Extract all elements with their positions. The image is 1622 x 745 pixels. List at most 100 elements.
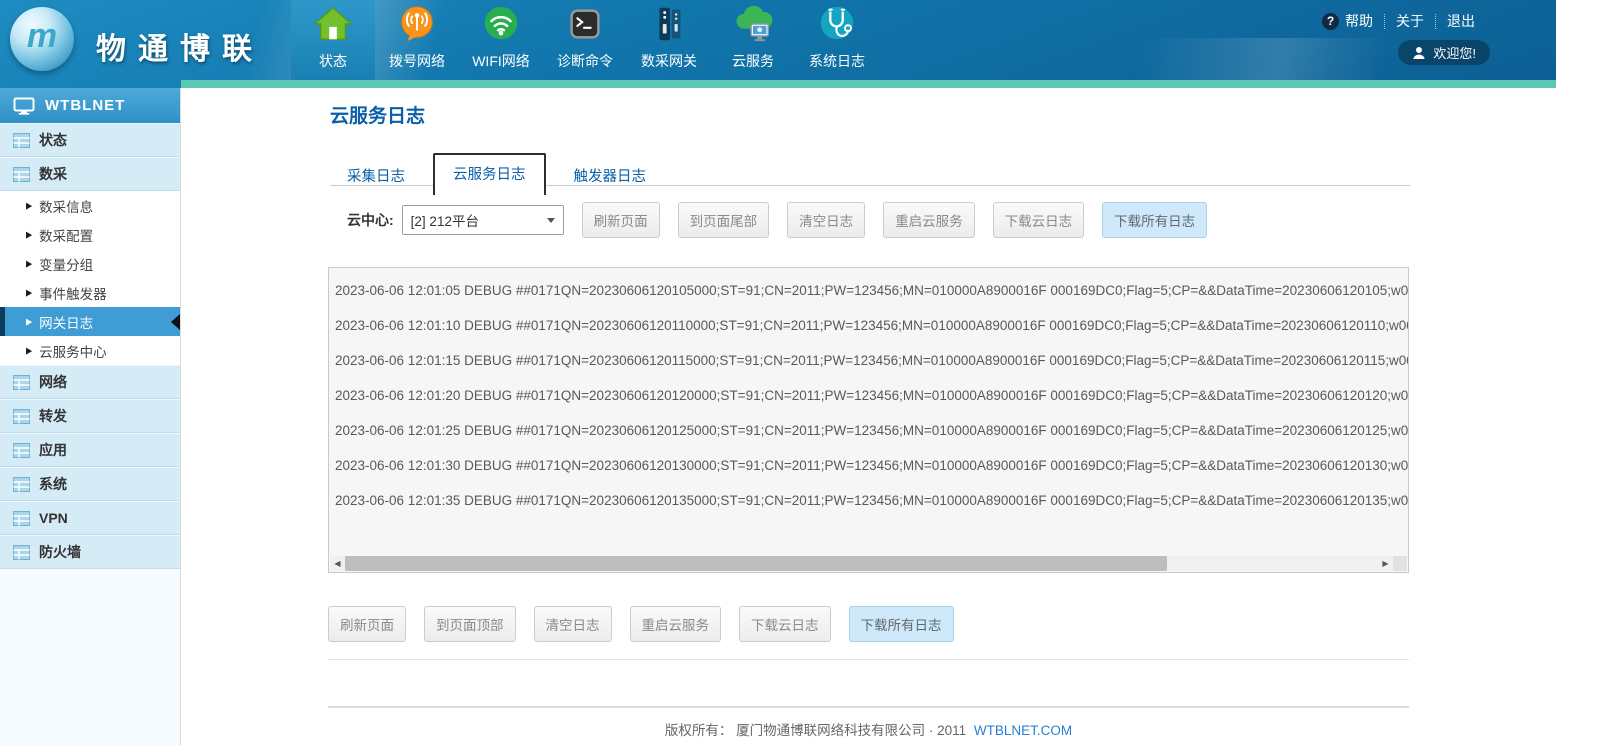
scroll-right-arrow-icon[interactable]: ▶: [1378, 556, 1393, 571]
sidebar-device-header: WTBLNET: [0, 88, 180, 123]
nav-item-label: 系统日志: [809, 51, 865, 71]
tab-trigger-log[interactable]: 触发器日志: [559, 157, 662, 195]
scrollbar-corner: [1393, 556, 1407, 571]
sidebar-subitem-event-trigger[interactable]: ▶ 事件触发器: [0, 278, 180, 307]
about-link[interactable]: 关于: [1385, 11, 1435, 31]
nav-item-data-gateway[interactable]: 数采网关: [627, 0, 711, 80]
top-nav: 状态 拨号网络 WIFI网络: [291, 0, 879, 80]
horizontal-scrollbar[interactable]: ◀ ▶: [330, 556, 1407, 571]
nav-item-label: 状态: [319, 51, 347, 71]
nav-item-cloud-service[interactable]: 云服务: [711, 0, 795, 80]
log-line: 2023-06-06 12:01:35 DEBUG ##0171QN=20230…: [329, 483, 1408, 518]
nav-item-system-log[interactable]: 系统日志: [795, 0, 879, 80]
scroll-left-arrow-icon[interactable]: ◀: [330, 556, 345, 571]
table-icon: [13, 375, 30, 390]
bottom-toolbar: 刷新页面 到页面顶部 清空日志 重启云服务 下载云日志 下载所有日志: [310, 606, 954, 642]
restart-cloud-service-button[interactable]: 重启云服务: [883, 202, 975, 238]
sidebar-item-data-acquisition[interactable]: 数采: [0, 157, 180, 191]
monitor-icon: [13, 97, 35, 115]
top-toolbar: 云中心: [2] 212平台 刷新页面 到页面尾部 清空日志 重启云服务 下载云…: [347, 204, 1207, 236]
sidebar-item-forwarding[interactable]: 转发: [0, 399, 180, 433]
triangle-icon: ▶: [26, 200, 32, 210]
table-icon: [13, 409, 30, 424]
triangle-icon: ▶: [26, 287, 32, 297]
about-link-label: 关于: [1396, 11, 1424, 31]
nav-item-wifi-network[interactable]: WIFI网络: [459, 0, 543, 80]
download-all-logs-button[interactable]: 下载所有日志: [1102, 202, 1207, 238]
sidebar-subitem-label: 变量分组: [39, 254, 93, 274]
sidebar: WTBLNET 状态 数采 ▶ 数采信息 ▶ 数采配置 ▶ 变量分组 ▶ 事件触…: [0, 88, 181, 745]
go-to-page-top-button[interactable]: 到页面顶部: [424, 606, 516, 642]
sidebar-item-label: 转发: [39, 406, 67, 426]
sidebar-subitem-cloud-service-center[interactable]: ▶ 云服务中心: [0, 336, 180, 365]
sidebar-item-firewall[interactable]: 防火墙: [0, 535, 180, 569]
sidebar-subitem-data-config[interactable]: ▶ 数采配置: [0, 220, 180, 249]
sidebar-item-status[interactable]: 状态: [0, 123, 180, 157]
log-line: 2023-06-06 12:01:15 DEBUG ##0171QN=20230…: [329, 343, 1408, 378]
footer-divider: [328, 706, 1409, 708]
help-link[interactable]: ? 帮助: [1311, 11, 1384, 31]
nav-item-dial-network[interactable]: 拨号网络: [375, 0, 459, 80]
chevron-down-icon: [547, 218, 555, 223]
sidebar-item-label: 系统: [39, 474, 67, 494]
log-line: 2023-06-06 12:01:05 DEBUG ##0171QN=20230…: [329, 273, 1408, 308]
tab-cloud-service-log[interactable]: 云服务日志: [433, 153, 546, 195]
page-title: 云服务日志: [330, 101, 425, 128]
triangle-icon: ▶: [26, 229, 32, 239]
logout-link[interactable]: 退出: [1436, 11, 1486, 31]
sidebar-item-application[interactable]: 应用: [0, 433, 180, 467]
sidebar-item-label: 网络: [39, 372, 67, 392]
table-icon: [13, 443, 30, 458]
help-link-label: 帮助: [1345, 11, 1373, 31]
log-line: 2023-06-06 12:01:25 DEBUG ##0171QN=20230…: [329, 413, 1408, 448]
nav-item-diagnostic-command[interactable]: 诊断命令: [543, 0, 627, 80]
sidebar-item-label: 数采: [39, 164, 67, 184]
help-icon: ?: [1322, 13, 1339, 30]
clear-log-button[interactable]: 清空日志: [787, 202, 865, 238]
scrollbar-thumb[interactable]: [345, 556, 1167, 571]
nav-item-status[interactable]: 状态: [291, 0, 375, 80]
brand-logo-letter: m: [27, 17, 57, 56]
sidebar-item-network[interactable]: 网络: [0, 365, 180, 399]
cloud-icon: [730, 1, 776, 47]
terminal-icon: [564, 1, 606, 47]
top-utility-links: ? 帮助 关于 退出: [1311, 11, 1486, 31]
sidebar-item-label: VPN: [39, 510, 68, 526]
header-accent-strip: [181, 80, 1556, 88]
sidebar-subitem-variable-group[interactable]: ▶ 变量分组: [0, 249, 180, 278]
sidebar-item-label: 应用: [39, 440, 67, 460]
clear-log-button-bottom[interactable]: 清空日志: [534, 606, 612, 642]
tab-collect-log[interactable]: 采集日志: [332, 157, 420, 195]
log-line: 2023-06-06 12:01:20 DEBUG ##0171QN=20230…: [329, 378, 1408, 413]
cloud-center-label: 云中心:: [347, 210, 394, 230]
logout-link-label: 退出: [1447, 11, 1475, 31]
nav-item-label: 拨号网络: [389, 51, 445, 71]
restart-cloud-service-button-bottom[interactable]: 重启云服务: [630, 606, 722, 642]
table-icon: [13, 477, 30, 492]
sidebar-item-system[interactable]: 系统: [0, 467, 180, 501]
go-to-page-bottom-button[interactable]: 到页面尾部: [678, 202, 770, 238]
nav-item-label: 数采网关: [641, 51, 697, 71]
download-cloud-log-button[interactable]: 下载云日志: [993, 202, 1085, 238]
dial-network-icon: [396, 1, 438, 47]
cloud-center-select[interactable]: [2] 212平台: [402, 205, 564, 235]
refresh-page-button-bottom[interactable]: 刷新页面: [328, 606, 406, 642]
device-name: WTBLNET: [45, 97, 125, 114]
sidebar-item-vpn[interactable]: VPN: [0, 501, 180, 535]
sidebar-subitem-data-info[interactable]: ▶ 数采信息: [0, 191, 180, 220]
brand-name: 物通博联: [96, 24, 264, 68]
nav-item-label: WIFI网络: [472, 51, 530, 71]
download-cloud-log-button-bottom[interactable]: 下载云日志: [739, 606, 831, 642]
table-icon: [13, 545, 30, 560]
sidebar-item-label: 防火墙: [39, 542, 81, 562]
download-all-logs-button-bottom[interactable]: 下载所有日志: [849, 606, 954, 642]
sidebar-subitem-gateway-log[interactable]: ▶ 网关日志: [0, 307, 180, 336]
log-line: 2023-06-06 12:01:30 DEBUG ##0171QN=20230…: [329, 448, 1408, 483]
user-icon: [1412, 46, 1426, 60]
sidebar-subitem-label: 数采配置: [39, 225, 93, 245]
log-viewer[interactable]: 2023-06-06 12:01:05 DEBUG ##0171QN=20230…: [328, 267, 1409, 573]
section-divider: [328, 659, 1409, 660]
company-site-link[interactable]: WTBLNET.COM: [974, 723, 1072, 738]
refresh-page-button[interactable]: 刷新页面: [582, 202, 660, 238]
copyright-text: 版权所有： 厦门物通博联网络科技有限公司 · 2011: [665, 723, 966, 738]
